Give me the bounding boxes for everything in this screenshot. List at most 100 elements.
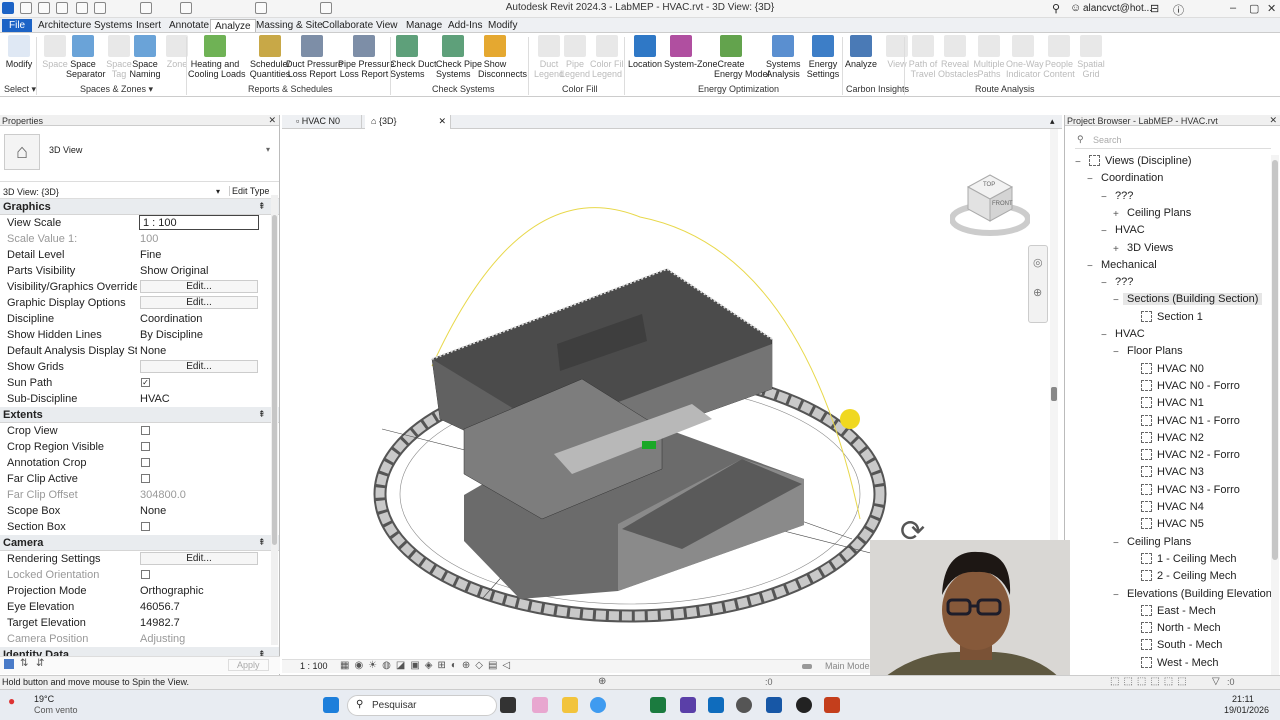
properties-scrollbar[interactable]	[271, 195, 278, 645]
close-icon[interactable]: ✕	[1269, 115, 1277, 126]
collapse-icon[interactable]: −	[1075, 157, 1081, 168]
ribbon-group-label[interactable]: Select ▾	[4, 84, 36, 95]
ribbon-group-label[interactable]: Carbon Insights	[846, 84, 909, 94]
browser-node[interactable]: HVAC N1 - Forro	[1141, 414, 1240, 427]
browser-node[interactable]: Ceiling Plans	[1127, 207, 1191, 219]
collapse-icon[interactable]: −	[1101, 278, 1107, 289]
minimize-button[interactable]: –	[1230, 2, 1236, 14]
property-checkbox[interactable]	[141, 522, 150, 531]
browser-node[interactable]: North - Mech	[1141, 622, 1221, 634]
ribbon-button-space-separator[interactable]: Space Separator	[66, 35, 106, 79]
chrome-icon[interactable]	[590, 697, 606, 713]
ribbon-button-pipe-pressure-loss-report[interactable]: Pipe Pressure Loss Report	[338, 35, 395, 79]
browser-node[interactable]: 1 - Ceiling Mech	[1141, 552, 1236, 565]
ribbon-group-label[interactable]: Check Systems	[432, 84, 495, 94]
ribbon-group-label[interactable]: Color Fill	[562, 84, 598, 94]
ribbon-button-reveal-obstacles[interactable]: Reveal Obstacles	[938, 35, 978, 79]
close-icon[interactable]: ✕	[438, 116, 446, 127]
property-value[interactable]: By Discipline	[140, 329, 258, 341]
collapse-icon[interactable]: ⇞	[258, 537, 266, 548]
property-checkbox[interactable]	[141, 426, 150, 435]
browser-node[interactable]: ???	[1115, 190, 1133, 202]
browser-node[interactable]: West - Mech	[1141, 656, 1219, 669]
menu-tab-modify[interactable]: Modify	[484, 19, 521, 32]
collapse-icon[interactable]: −	[1101, 330, 1107, 341]
browser-node[interactable]: Mechanical	[1101, 259, 1157, 271]
property-checkbox[interactable]: ✓	[141, 378, 150, 387]
task-view-icon[interactable]	[500, 697, 516, 713]
property-checkbox[interactable]	[141, 474, 150, 483]
property-value[interactable]: HVAC	[140, 393, 258, 405]
browser-node[interactable]: Elevations (Building Elevation)	[1127, 588, 1276, 600]
help-icon[interactable]: ⓘ	[1173, 2, 1184, 18]
ribbon-button-color-fill-legend[interactable]: Color Fill Legend	[590, 35, 626, 79]
chevron-down-icon[interactable]: ▾	[216, 187, 220, 196]
browser-search-input[interactable]: ⚲ Search	[1075, 134, 1271, 149]
browser-node[interactable]: HVAC N0 - Forro	[1141, 379, 1240, 392]
edit-button[interactable]: Edit...	[140, 360, 258, 373]
navigation-bar[interactable]: ◎ ⊕	[1028, 245, 1048, 323]
ribbon-button-create-energy-model[interactable]: Create Energy Model	[714, 35, 770, 79]
filter-icon[interactable]: ▽	[1212, 676, 1220, 687]
ribbon-button-multiple-paths[interactable]: Multiple Paths	[972, 35, 1006, 79]
property-value[interactable]: Fine	[140, 249, 258, 261]
sort-alpha-icon[interactable]: ⇵	[36, 658, 44, 669]
browser-node[interactable]: South - Mech	[1141, 639, 1222, 651]
collapse-icon[interactable]: −	[1101, 192, 1107, 203]
menu-tab-manage[interactable]: Manage	[402, 19, 446, 32]
ribbon-button-location[interactable]: Location	[628, 35, 662, 69]
browser-node[interactable]: Sections (Building Section)	[1123, 293, 1263, 306]
browser-node[interactable]: HVAC	[1115, 224, 1145, 236]
user-name[interactable]: alancvct@hot...	[1083, 3, 1152, 14]
revit-taskbar-icon[interactable]	[766, 697, 782, 713]
binoculars-icon[interactable]: ⚲	[1052, 2, 1060, 15]
type-selector[interactable]: ⌂ 3D View ▾	[0, 126, 279, 182]
property-value[interactable]: None	[140, 345, 258, 357]
browser-node[interactable]: Views (Discipline)	[1089, 155, 1192, 167]
browser-node[interactable]: HVAC N3 - Forro	[1141, 483, 1240, 496]
menu-tab-file[interactable]: File	[2, 19, 33, 32]
teams-icon[interactable]	[680, 697, 696, 713]
browser-node[interactable]: Coordination	[1101, 172, 1163, 184]
scroll-thumb[interactable]	[272, 215, 277, 545]
browser-node[interactable]: HVAC N4	[1141, 501, 1204, 513]
ribbon-group-label[interactable]: Energy Optimization	[698, 84, 779, 94]
section-graphics[interactable]: Graphics ⇞	[0, 199, 279, 215]
collapse-icon[interactable]: −	[1113, 538, 1119, 549]
ribbon-button-space-naming[interactable]: Space Naming	[128, 35, 162, 79]
view-cube[interactable]: TOP FRONT	[949, 169, 1031, 239]
ribbon-button-path-of-travel[interactable]: Path of Travel	[906, 35, 940, 79]
edit-button[interactable]: Edit...	[140, 280, 258, 293]
close-icon[interactable]: ✕	[268, 115, 276, 126]
collapse-icon[interactable]: −	[1113, 295, 1119, 306]
section-camera[interactable]: Camera ⇞	[0, 535, 279, 551]
browser-node[interactable]: HVAC N3	[1141, 466, 1204, 478]
apply-button[interactable]: Apply	[228, 659, 269, 671]
browser-node[interactable]: HVAC N1	[1141, 397, 1204, 409]
collapse-icon[interactable]: ⇞	[258, 201, 266, 212]
property-value[interactable]: Show Original	[140, 265, 258, 277]
menu-tab-annotate[interactable]: Annotate	[165, 19, 213, 32]
collapse-icon[interactable]: −	[1087, 174, 1093, 185]
ribbon-button-show-disconnects[interactable]: Show Disconnects	[478, 35, 527, 79]
viewcube-front[interactable]: FRONT	[992, 201, 1013, 207]
browser-node[interactable]: HVAC N0	[1141, 362, 1204, 375]
menu-tab-collaborate[interactable]: Collaborate	[318, 19, 377, 32]
property-value[interactable]: 46056.7	[140, 601, 258, 613]
section-extents[interactable]: Extents ⇞	[0, 407, 279, 423]
menu-tab-insert[interactable]: Insert	[132, 19, 165, 32]
menu-tab-architecture[interactable]: Architecture	[34, 19, 95, 32]
collapse-icon[interactable]: −	[1101, 226, 1107, 237]
viewcube-top[interactable]: TOP	[983, 182, 995, 188]
horizontal-scroll-thumb[interactable]	[802, 664, 812, 669]
property-value[interactable]: 14982.7	[140, 617, 258, 629]
edit-button[interactable]: Edit...	[140, 552, 258, 565]
property-input[interactable]: 1 : 100	[139, 215, 259, 230]
ribbon-button-energy-settings[interactable]: Energy Settings	[806, 35, 840, 79]
property-value[interactable]: None	[140, 505, 258, 517]
ribbon-group-label[interactable]: Route Analysis	[975, 84, 1035, 94]
browser-node[interactable]: ???	[1115, 276, 1133, 288]
ribbon-button-one-way-indicator[interactable]: One-Way Indicator	[1006, 35, 1044, 79]
tab-3d[interactable]: ⌂ {3D} ✕	[365, 115, 451, 129]
browser-node[interactable]: 3D Views	[1127, 242, 1173, 254]
